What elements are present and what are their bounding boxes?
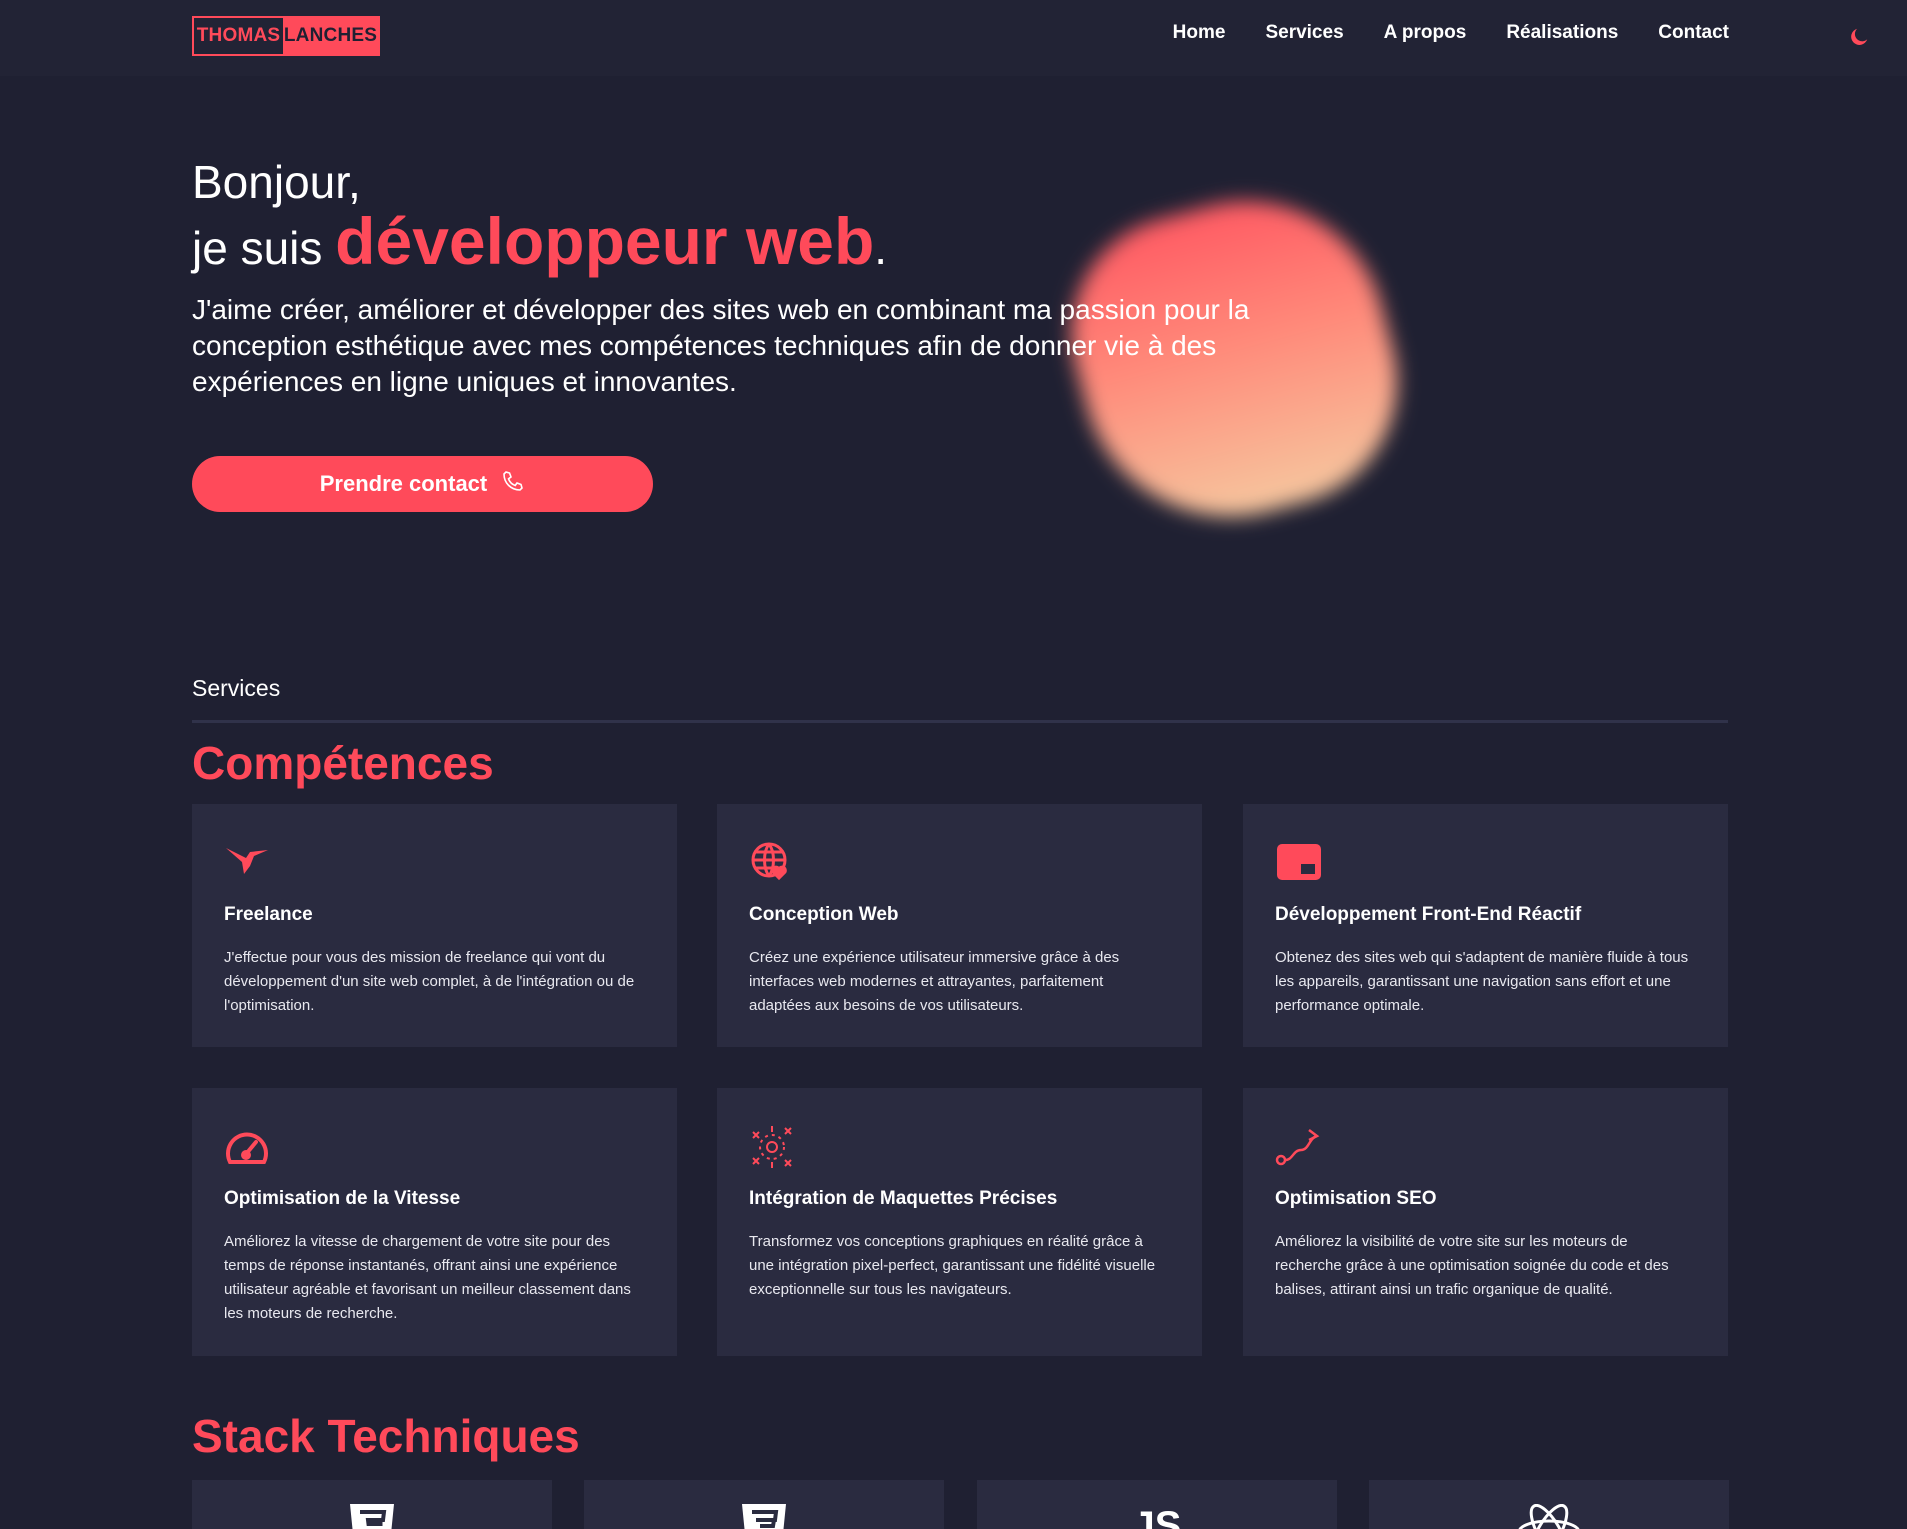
contact-button[interactable]: Prendre contact [192,456,653,512]
service-card-seo: Optimisation SEO Améliorez la visibilité… [1243,1088,1728,1356]
service-card-description: Transformez vos conceptions graphiques e… [749,1233,1156,1298]
service-card-title: Intégration de Maquettes Précises [749,1188,1058,1209]
stack-card-html [192,1480,552,1529]
logo-first-name: THOMAS [196,25,281,46]
service-card-title: Optimisation de la Vitesse [224,1188,461,1209]
stack-card-react [1369,1480,1729,1529]
section-divider [192,720,1728,723]
html5-icon [346,1504,398,1529]
service-card-frontend: Développement Front-End Réactif Obtenez … [1243,804,1728,1047]
main-menu: Home Services A propos Réalisations Cont… [1173,22,1729,44]
logo[interactable]: THOMAS LANCHES [192,16,380,56]
service-card-description: Améliorez la vitesse de chargement de vo… [224,1233,631,1322]
logo-last-name: LANCHES [283,18,378,54]
speedometer-icon [224,1124,270,1170]
top-navbar: THOMAS LANCHES Home Services A propos Ré… [0,0,1907,76]
hero-description: J'aime créer, améliorer et développer de… [192,294,1250,397]
nav-link-home[interactable]: Home [1173,22,1226,44]
target-arrows-icon [749,1124,795,1170]
service-card-title: Conception Web [749,904,899,925]
service-card-title: Freelance [224,904,313,925]
hero-greeting: Bonjour, [192,156,361,208]
route-icon [1275,1124,1321,1170]
service-card-description: Obtenez des sites web qui s'adaptent de … [1275,949,1689,1014]
contact-button-label: Prendre contact [319,471,488,496]
nav-link-about[interactable]: A propos [1384,22,1467,44]
js-icon: JS [1132,1504,1182,1529]
section-label-services: Services [192,675,281,701]
service-card-freelance: Freelance J'effectue pour vous des missi… [192,804,677,1047]
service-card-mockup: Intégration de Maquettes Précises Transf… [717,1088,1202,1356]
service-card-description: Créez une expérience utilisateur immersi… [749,949,1120,1014]
stack-card-js: JS [977,1480,1337,1529]
nav-link-projects[interactable]: Réalisations [1506,22,1618,44]
service-card-web-design: Conception Web Créez une expérience util… [717,804,1202,1047]
react-icon [1515,1503,1583,1529]
window-icon [1275,840,1321,886]
nav-link-services[interactable]: Services [1265,22,1343,44]
competences-heading: Compétences [192,737,494,789]
service-card-title: Développement Front-End Réactif [1275,904,1582,925]
nav-link-contact[interactable]: Contact [1658,22,1729,44]
hero-intro: je suis [192,222,336,274]
service-card-speed: Optimisation de la Vitesse Améliorez la … [192,1088,677,1356]
hero-suffix: . [874,222,888,274]
service-card-title: Optimisation SEO [1275,1188,1437,1209]
moon-icon[interactable] [1848,26,1870,48]
css3-icon [738,1504,790,1529]
service-card-description: Améliorez la visibilité de votre site su… [1275,1233,1669,1298]
phone-icon [501,469,525,499]
globe-heart-icon [749,840,795,886]
stack-heading: Stack Techniques [192,1410,580,1462]
hero-highlight: développeur web [335,204,875,278]
stack-card-css [584,1480,944,1529]
hummingbird-icon [224,840,270,886]
service-card-description: J'effectue pour vous des mission de free… [224,949,635,1014]
hero-title: je suis développeur web. [192,206,887,283]
